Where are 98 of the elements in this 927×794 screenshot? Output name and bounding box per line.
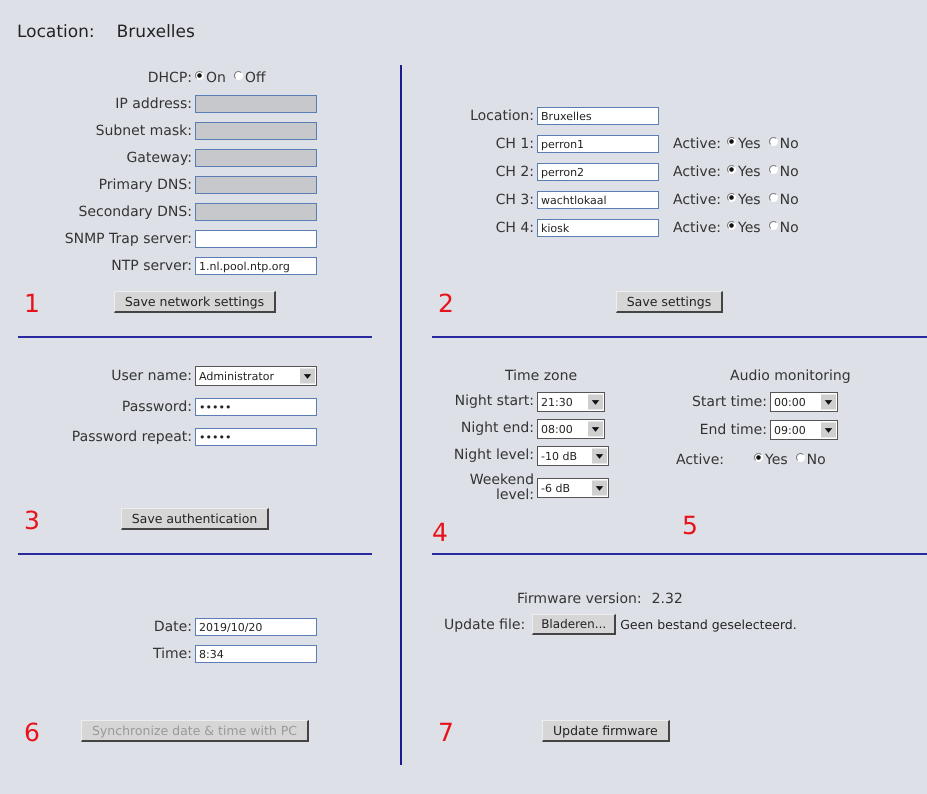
field-label: Night end: [460, 421, 535, 437]
radio-label: On [206, 70, 226, 86]
section-number: 2 [437, 291, 455, 316]
save-button[interactable]: Save authentication [120, 508, 270, 530]
active-label: Active: [672, 136, 722, 152]
radio-button[interactable] [727, 221, 736, 230]
field-label: Location: [469, 108, 535, 124]
field-label: Subnet mask: [94, 123, 193, 139]
field-label: Start time: [692, 394, 768, 410]
field-label: Gateway: [125, 150, 193, 166]
radio-label: Yes [738, 136, 761, 152]
password-field[interactable]: ••••• [195, 398, 317, 416]
dropdown[interactable]: 09:00 [770, 420, 838, 440]
browse-button[interactable]: Bladeren... [532, 614, 616, 635]
field-label: Night start: [454, 394, 535, 410]
radio-button[interactable] [195, 71, 204, 80]
radio-label: No [780, 220, 799, 236]
field-label: CH 3: [494, 192, 535, 208]
radio-button[interactable] [727, 137, 736, 146]
dropdown[interactable]: Administrator [195, 366, 317, 386]
field-label: Weekend level: [468, 473, 535, 504]
section-number: 4 [432, 520, 449, 549]
field-label: Date: [152, 619, 193, 635]
input-field[interactable]: perron2 [537, 163, 659, 181]
field-label: NTP server: [110, 258, 193, 274]
caret-icon [592, 448, 607, 464]
location-label: Location: [17, 22, 95, 44]
input-field[interactable]: 1.nl.pool.ntp.org [195, 257, 317, 275]
field-label: Update file: [444, 616, 526, 632]
field-label: IP address: [114, 96, 193, 112]
section-number: 5 [681, 513, 699, 542]
caret-icon [821, 394, 836, 410]
field-label: CH 1: [494, 136, 535, 152]
password-field[interactable]: ••••• [195, 428, 317, 446]
radio-button[interactable] [727, 165, 736, 174]
caret-icon [588, 394, 603, 410]
radio-label: No [780, 136, 799, 152]
field-label: User name: [110, 368, 193, 384]
section-title: Time zone [504, 367, 578, 386]
radio-label: Yes [738, 220, 761, 236]
radio-button[interactable] [768, 221, 778, 230]
active-label: Active: [672, 164, 722, 180]
radio-label: Yes [765, 452, 788, 468]
section-title: Audio monitoring [729, 367, 851, 386]
input-field[interactable]: wachtlokaal [537, 191, 659, 209]
input-field[interactable]: kiosk [537, 219, 659, 237]
caret-icon [300, 368, 315, 384]
input-field[interactable]: Bruxelles [537, 107, 659, 125]
active-label: Active: [672, 220, 722, 236]
active-label: Active: [672, 192, 722, 208]
caret-icon [588, 421, 603, 437]
section-number: 7 [437, 720, 455, 745]
update-button[interactable]: Update firmware [542, 720, 670, 742]
firmware-version-label: Firmware version: [517, 591, 642, 607]
save-button[interactable]: Save network settings [114, 291, 276, 313]
field-label: Night level: [454, 448, 535, 464]
radio-button[interactable] [754, 453, 764, 462]
section-number: 3 [23, 508, 41, 533]
radio-label: Off [244, 70, 266, 86]
field-label: CH 4: [494, 220, 535, 236]
caret-icon [821, 422, 836, 438]
radio-label: No [806, 452, 826, 468]
field-label: End time: [700, 422, 768, 438]
input-field[interactable] [195, 230, 317, 248]
field-label: Time: [152, 646, 193, 662]
dropdown[interactable]: -10 dB [537, 446, 609, 466]
dropdown[interactable]: 08:00 [537, 419, 605, 439]
radio-button[interactable] [768, 165, 778, 174]
dropdown[interactable]: -6 dB [537, 478, 609, 498]
field-label: DHCP: [146, 70, 193, 86]
radio-label: Yes [738, 164, 761, 180]
field-label: Password repeat: [70, 429, 193, 445]
field-label: Primary DNS: [98, 177, 193, 193]
dropdown[interactable]: 00:00 [770, 392, 838, 412]
file-status: Geen bestand geselecteerd. [620, 617, 797, 632]
caret-icon [592, 480, 607, 496]
save-button[interactable]: Save settings [616, 291, 724, 313]
radio-button[interactable] [796, 453, 805, 462]
radio-label: No [780, 192, 799, 208]
field-label: SNMP Trap server: [64, 231, 193, 247]
field-label: Secondary DNS: [78, 204, 193, 220]
dropdown[interactable]: 21:30 [537, 392, 605, 412]
radio-button[interactable] [768, 193, 778, 202]
radio-label: Yes [738, 192, 761, 208]
input-field[interactable]: 2019/10/20 [195, 618, 317, 636]
radio-label: No [780, 164, 799, 180]
section-number: 6 [23, 720, 41, 745]
input-field[interactable]: 8:34 [195, 645, 317, 663]
radio-button[interactable] [727, 193, 736, 202]
field-label: Password: [120, 399, 193, 415]
section-number: 1 [23, 291, 41, 316]
firmware-version: 2.32 [652, 591, 683, 607]
active-label: Active: [675, 452, 724, 468]
location-value: Bruxelles [116, 22, 195, 44]
radio-button[interactable] [234, 71, 243, 80]
field-label: CH 2: [494, 164, 535, 180]
radio-button[interactable] [768, 137, 778, 146]
input-field[interactable]: perron1 [537, 135, 659, 153]
